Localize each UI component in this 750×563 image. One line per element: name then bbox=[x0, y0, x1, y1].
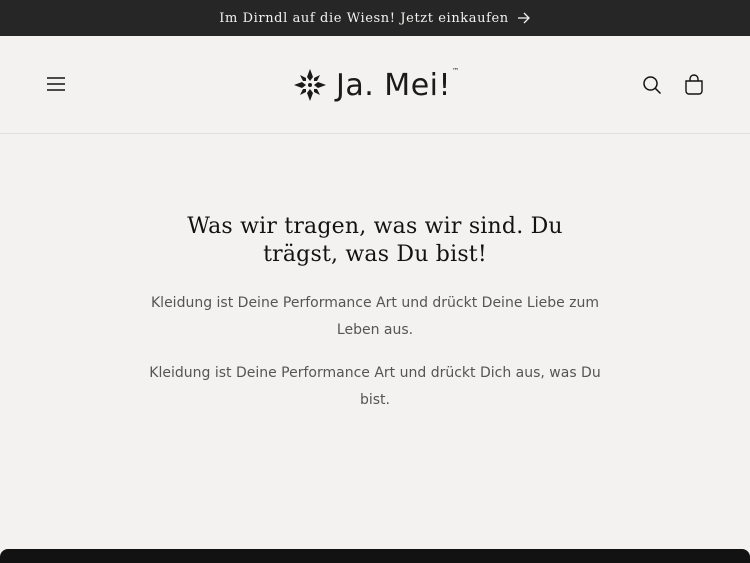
site-header: Ja. Mei! ™ bbox=[0, 36, 750, 134]
footer-top-edge bbox=[0, 549, 750, 563]
intro-paragraph-2: Kleidung ist Deine Performance Art und d… bbox=[149, 365, 601, 408]
arrow-right-icon bbox=[517, 12, 531, 24]
logo-trademark: ™ bbox=[452, 67, 460, 75]
cart-icon[interactable] bbox=[683, 74, 705, 96]
site-logo[interactable]: Ja. Mei! ™ bbox=[292, 65, 459, 105]
logo-wordmark: Ja. Mei! bbox=[336, 67, 452, 103]
announcement-bar[interactable]: Im Dirndl auf die Wiesn! Jetzt einkaufen bbox=[0, 0, 750, 36]
search-icon[interactable] bbox=[642, 75, 662, 95]
announcement-text[interactable]: Im Dirndl auf die Wiesn! Jetzt einkaufen bbox=[219, 11, 509, 26]
page-headline: Was wir tragen, was wir sind. Du trägst,… bbox=[187, 214, 563, 267]
intro-paragraph-1: Kleidung ist Deine Performance Art und d… bbox=[151, 295, 599, 338]
main-content: Was wir tragen, was wir sind. Du trägst,… bbox=[0, 135, 750, 549]
hamburger-menu-icon[interactable] bbox=[46, 75, 66, 93]
logo-mark-icon bbox=[294, 69, 326, 101]
